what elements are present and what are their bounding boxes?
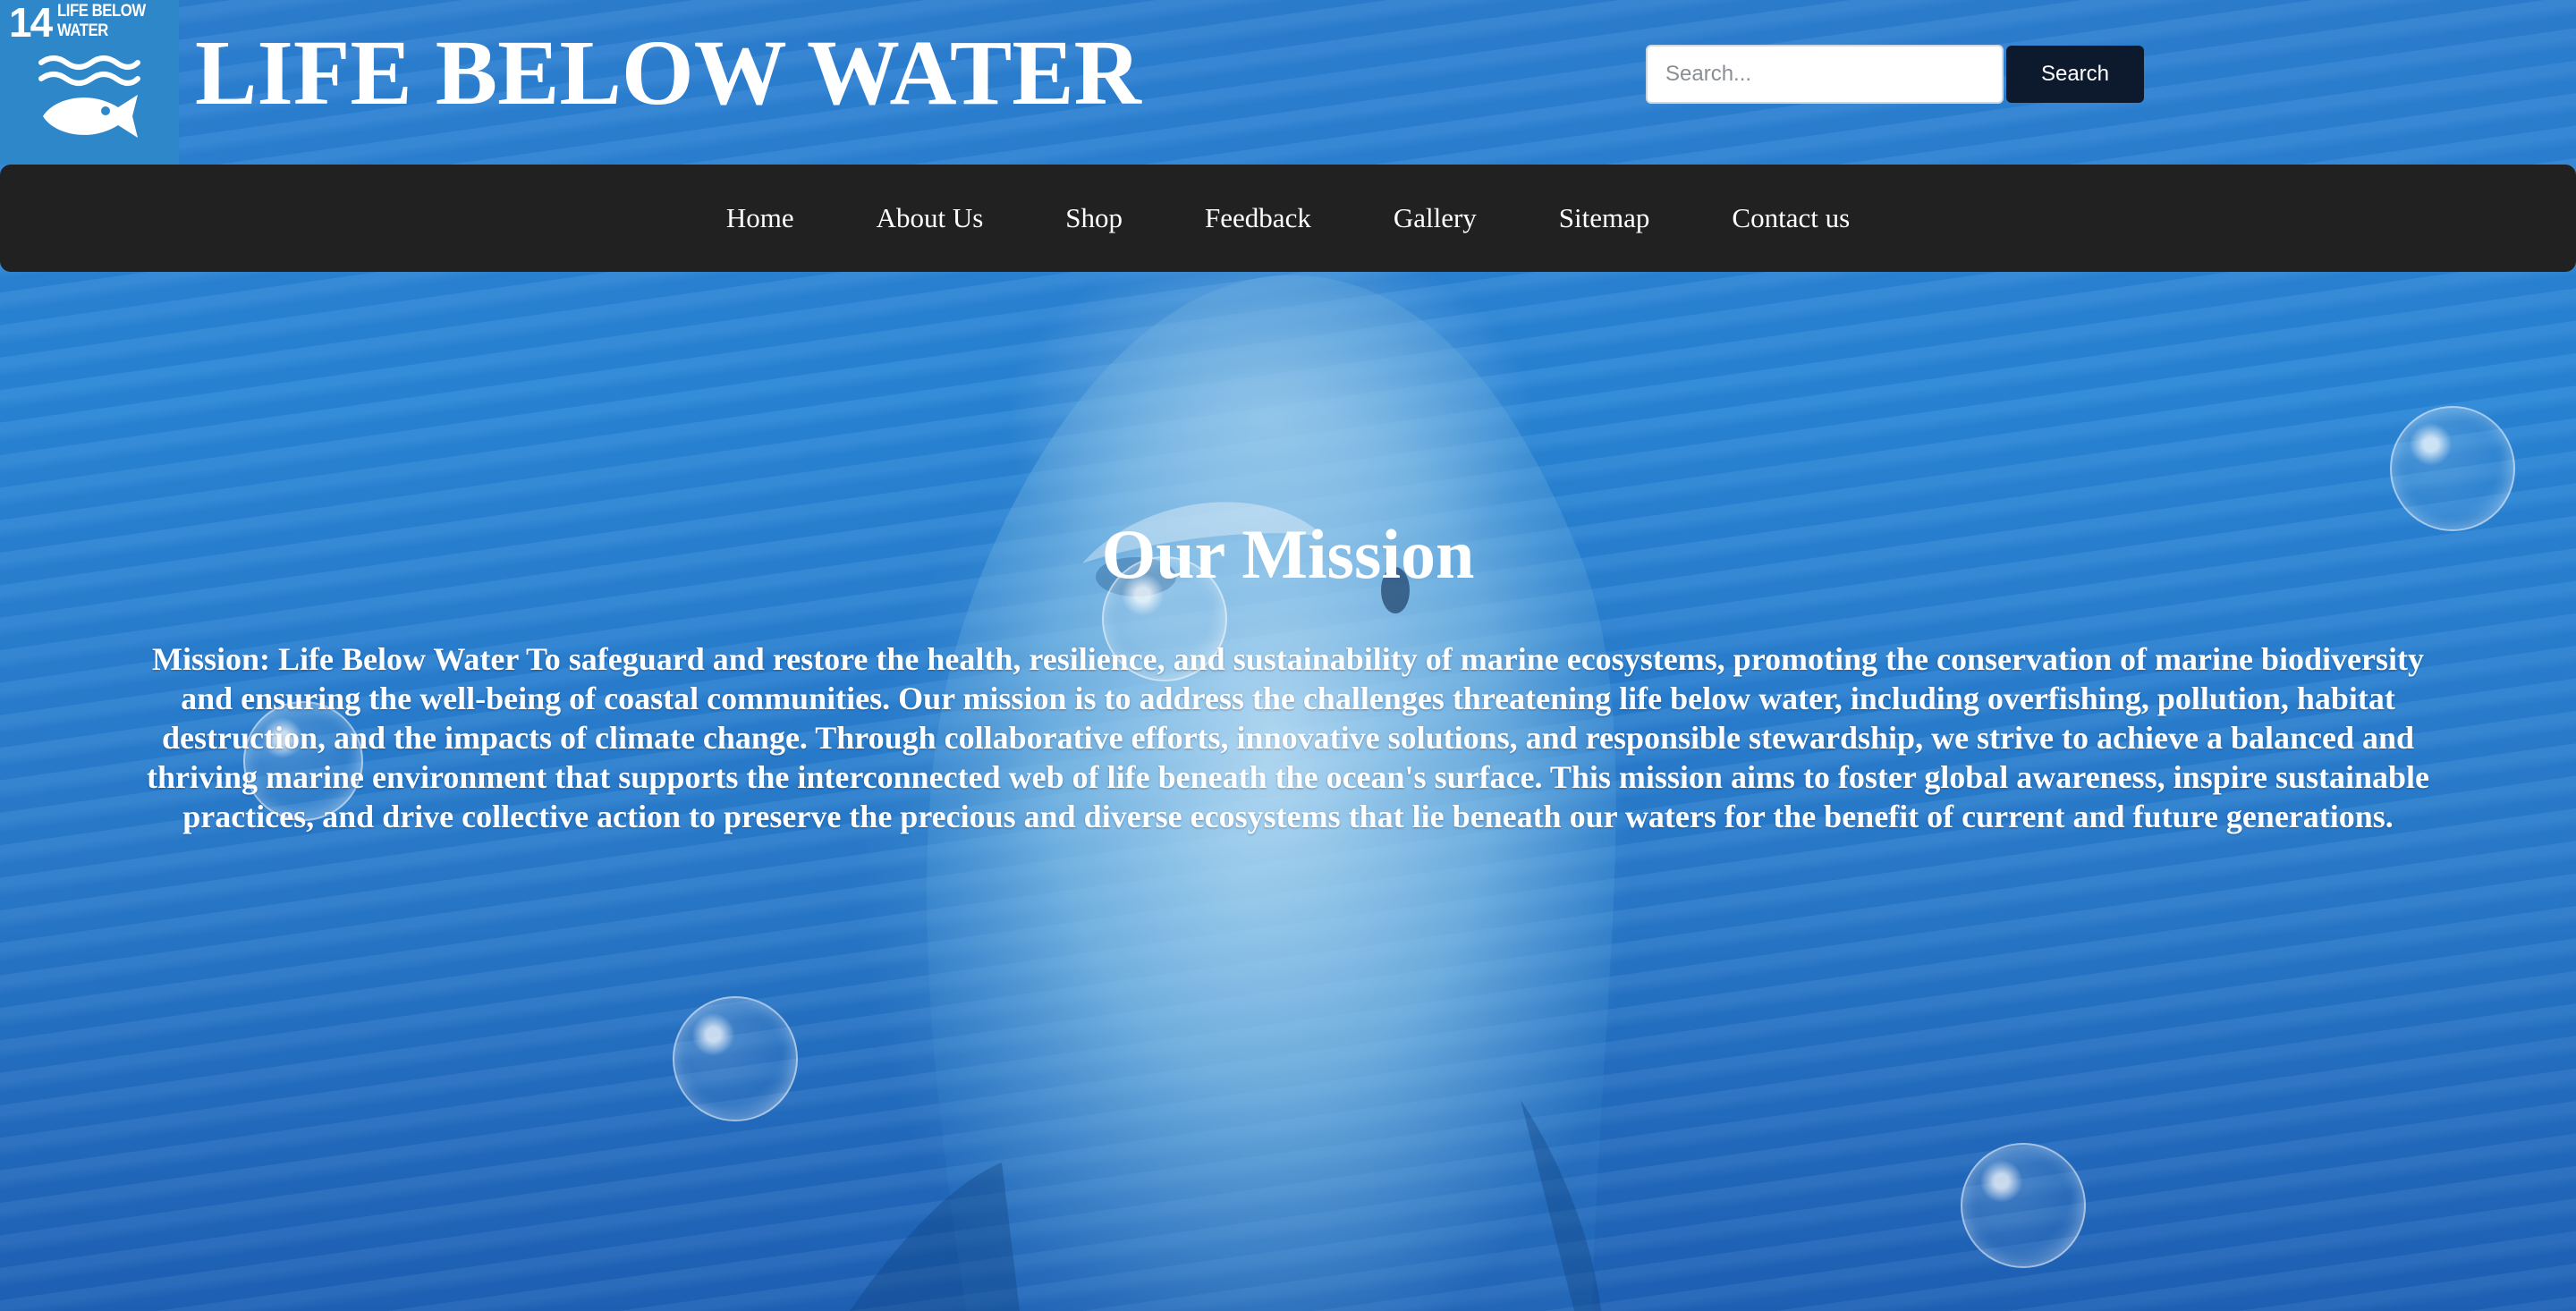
mission-heading: Our Mission: [1101, 515, 1475, 593]
search-input[interactable]: [1646, 45, 2004, 104]
sdg-number: 14: [9, 0, 53, 46]
nav-item-sitemap[interactable]: Sitemap: [1518, 202, 1691, 234]
main-navbar: Home About Us Shop Feedback Gallery Site…: [0, 165, 2576, 272]
nav-item-home[interactable]: Home: [685, 202, 835, 234]
bubble-decoration: [673, 996, 798, 1121]
sdg-label: LIFE BELOW WATER: [57, 2, 146, 40]
bubble-decoration: [1961, 1143, 2086, 1268]
mission-paragraph: Mission: Life Below Water To safeguard a…: [146, 641, 2429, 834]
fish-waves-icon: [38, 55, 140, 138]
nav-item-about-us[interactable]: About Us: [835, 202, 1025, 234]
nav-item-feedback[interactable]: Feedback: [1164, 202, 1352, 234]
site-title: LIFE BELOW WATER: [195, 21, 1141, 124]
nav-item-contact-us[interactable]: Contact us: [1690, 202, 1891, 234]
site-header: 14 LIFE BELOW WATER LIFE BELOW WATER Sea…: [0, 0, 2576, 165]
nav-item-shop[interactable]: Shop: [1024, 202, 1164, 234]
nav-item-gallery[interactable]: Gallery: [1352, 202, 1518, 234]
search-button[interactable]: Search: [2006, 46, 2144, 103]
sdg-14-logo[interactable]: 14 LIFE BELOW WATER: [0, 0, 179, 165]
